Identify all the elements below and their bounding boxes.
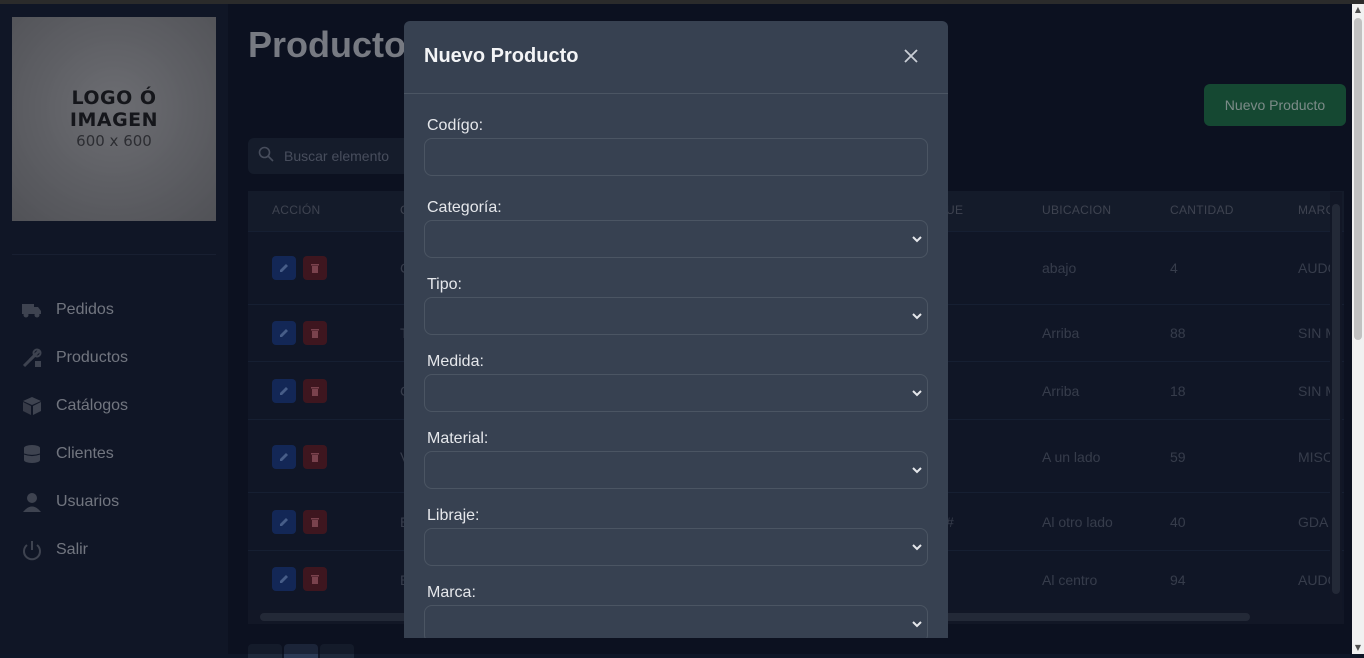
material-select[interactable] (424, 451, 928, 489)
scrollbar-thumb[interactable] (1354, 18, 1362, 340)
marca-select[interactable] (424, 605, 928, 638)
chevron-down-icon (912, 467, 922, 474)
modal-title: Nuevo Producto (424, 45, 579, 67)
chevron-down-icon (912, 390, 922, 397)
medida-label: Medida: (427, 353, 484, 370)
chevron-down-icon (912, 544, 922, 551)
close-button[interactable] (900, 45, 922, 67)
scroll-up-arrow-icon[interactable]: ▲ (1352, 4, 1364, 16)
material-label: Material: (427, 430, 489, 447)
libraje-label: Libraje: (427, 507, 480, 524)
categoria-label: Categoría: (427, 199, 502, 216)
new-product-modal: Nuevo Producto Codígo: Categoría: Tipo: … (404, 21, 948, 638)
tipo-label: Tipo: (427, 276, 462, 293)
medida-select[interactable] (424, 374, 928, 412)
libraje-select[interactable] (424, 528, 928, 566)
chevron-down-icon (912, 236, 922, 243)
categoria-select[interactable] (424, 220, 928, 258)
chevron-down-icon (912, 621, 922, 628)
chevron-down-icon (912, 313, 922, 320)
scroll-down-arrow-icon[interactable]: ▼ (1352, 642, 1364, 654)
page-scrollbar[interactable]: ▲ ▼ (1352, 4, 1364, 654)
codigo-label: Codígo: (427, 117, 484, 134)
tipo-select[interactable] (424, 297, 928, 335)
marca-label: Marca: (427, 584, 476, 601)
close-icon (904, 49, 918, 63)
codigo-input[interactable] (424, 138, 928, 176)
modal-header: Nuevo Producto (404, 21, 948, 94)
